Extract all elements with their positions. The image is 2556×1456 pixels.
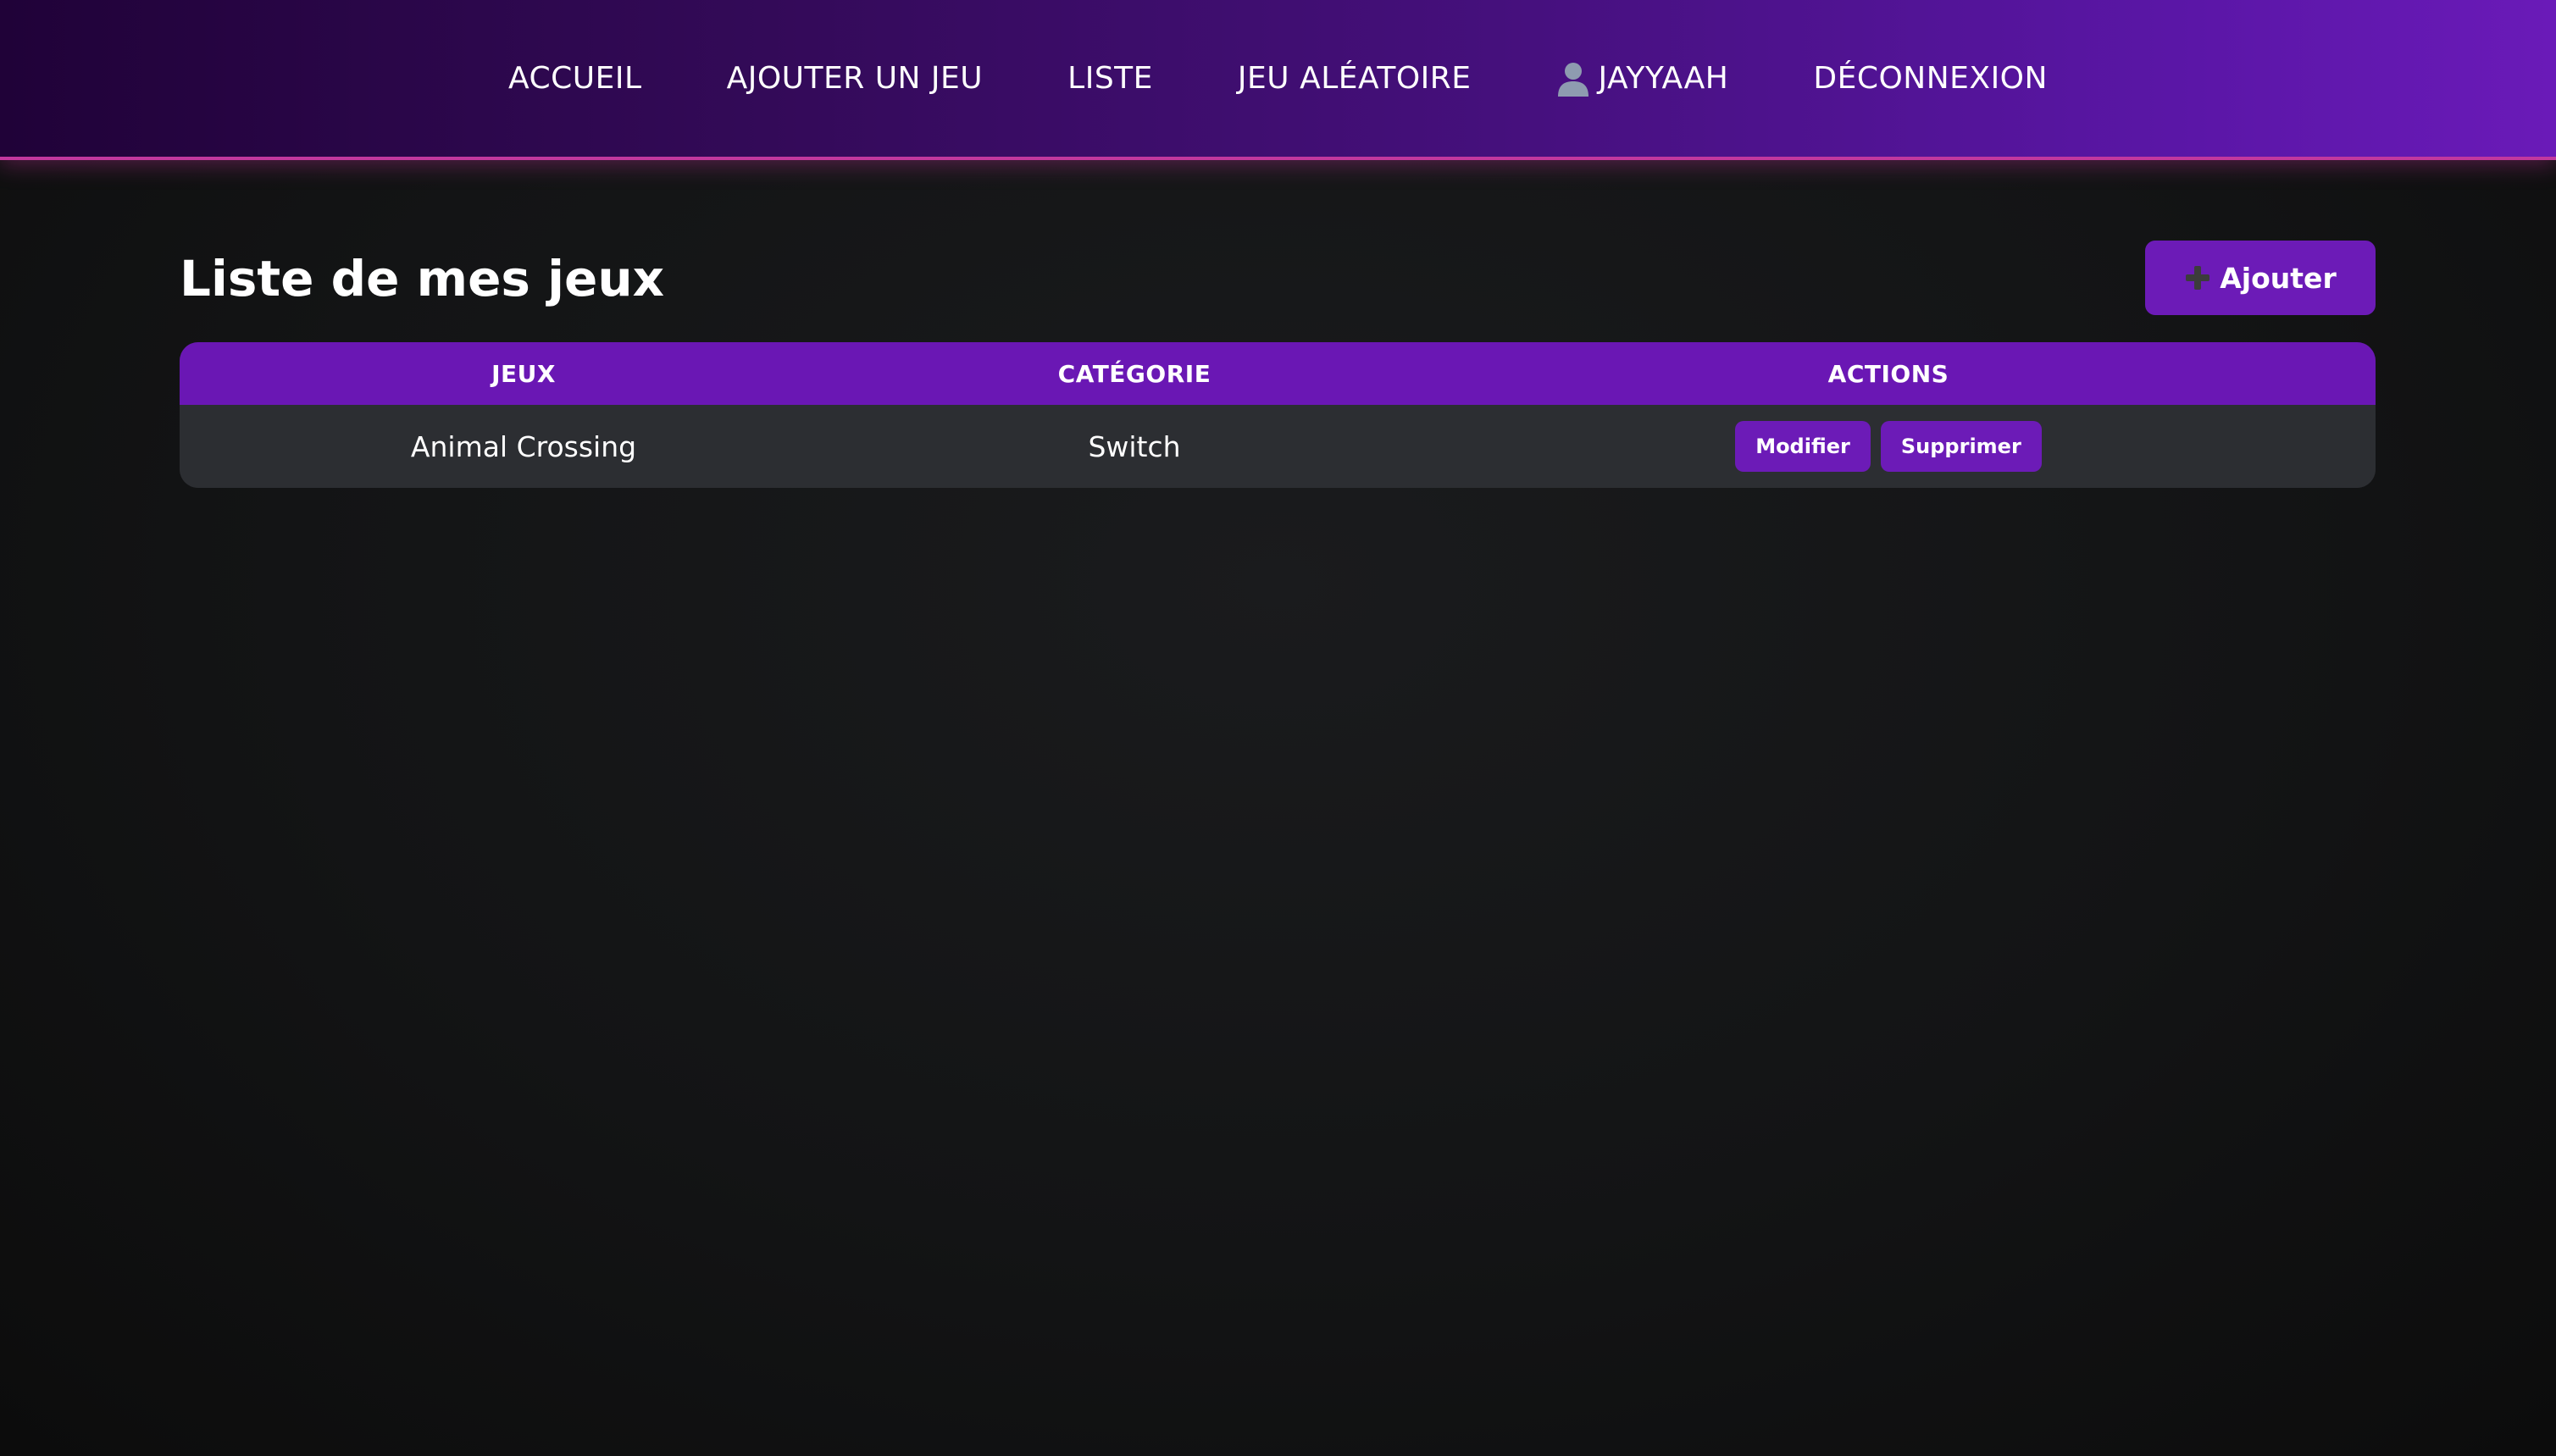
cell-game-name: Animal Crossing — [410, 429, 637, 463]
plus-icon — [2184, 264, 2211, 291]
nav-link-accueil[interactable]: ACCUEIL — [508, 61, 642, 96]
column-header-actions: ACTIONS — [1827, 359, 1949, 388]
column-header-categorie: CATÉGORIE — [1057, 359, 1211, 388]
cell-category: Switch — [1088, 429, 1181, 463]
nav-link-ajouter-un-jeu[interactable]: AJOUTER UN JEU — [727, 61, 984, 96]
nav-link-deconnexion[interactable]: DÉCONNEXION — [1813, 61, 2048, 96]
nav-link-liste[interactable]: LISTE — [1067, 61, 1153, 96]
page-header: Liste de mes jeux Ajouter — [180, 241, 2376, 317]
column-header-jeux: JEUX — [491, 359, 556, 388]
add-game-button[interactable]: Ajouter — [2145, 241, 2376, 315]
table-header-row: JEUX CATÉGORIE ACTIONS — [180, 342, 2376, 405]
cell-actions: Modifier Supprimer — [1401, 421, 2376, 472]
edit-button[interactable]: Modifier — [1735, 421, 1871, 472]
table-row: Animal Crossing Switch Modifier Supprime… — [180, 405, 2376, 488]
nav-link-user-profile[interactable]: JAYYAAH — [1556, 61, 1729, 97]
nav-link-label: DÉCONNEXION — [1813, 61, 2048, 96]
top-navbar: ACCUEIL AJOUTER UN JEU LISTE JEU ALÉATOI… — [0, 0, 2556, 160]
delete-button[interactable]: Supprimer — [1880, 421, 2042, 472]
add-button-label: Ajouter — [2220, 261, 2337, 295]
nav-link-label: JAYYAAH — [1598, 61, 1729, 96]
games-table: JEUX CATÉGORIE ACTIONS Animal Crossing S… — [180, 342, 2376, 488]
nav-link-label: AJOUTER UN JEU — [726, 61, 984, 96]
nav-link-label: LISTE — [1067, 61, 1153, 96]
user-icon — [1557, 62, 1588, 97]
nav-menu: ACCUEIL AJOUTER UN JEU LISTE JEU ALÉATOI… — [0, 0, 2556, 157]
nav-link-jeu-aleatoire[interactable]: JEU ALÉATOIRE — [1238, 61, 1472, 96]
nav-link-label: ACCUEIL — [508, 61, 642, 96]
nav-link-label: JEU ALÉATOIRE — [1237, 61, 1472, 96]
page-title: Liste de mes jeux — [180, 250, 665, 307]
